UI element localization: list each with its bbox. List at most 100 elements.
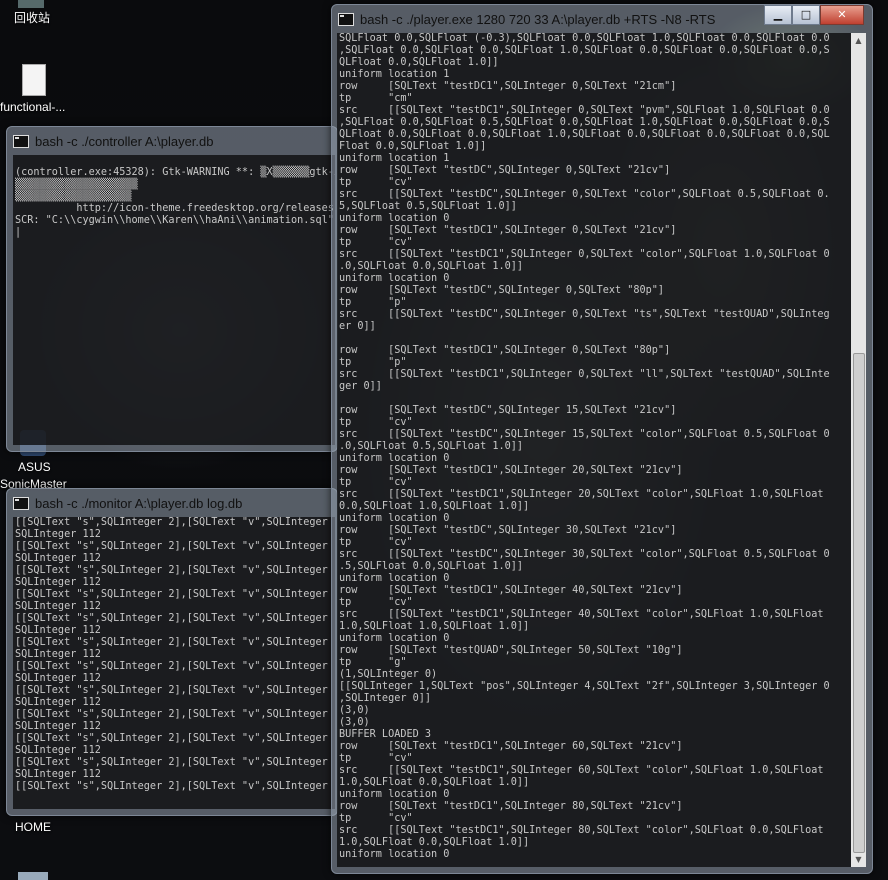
console-line: tp "cv"	[339, 417, 413, 428]
console-line: row [SQLText "testDC1",SQLInteger 0,SQLT…	[339, 225, 677, 236]
console-line: 0.0,SQLFloat 1.0,SQLFloat 1.0]]	[339, 501, 530, 512]
console-line: src [[SQLText "testDC1",SQLInteger 20,SQ…	[339, 489, 824, 500]
console-line: tp "cv"	[339, 477, 413, 488]
player-console-output[interactable]: SQLFloat 0.0,SQLFloat (-0.3),SQLFloat 0.…	[337, 33, 852, 867]
console-line: .5,SQLFloat 0.0,SQLFloat 1.0]]	[339, 561, 524, 572]
console-line: row [SQLText "testDC",SQLInteger 30,SQLT…	[339, 525, 677, 536]
scrollbar-thumb[interactable]	[853, 353, 865, 853]
player-window[interactable]: bash -c ./player.exe 1280 720 33 A:\play…	[331, 4, 873, 874]
console-line: [[SQLText "s",SQLInteger 2],[SQLText "v"…	[15, 661, 335, 672]
console-line: row [SQLText "testDC1",SQLInteger 20,SQL…	[339, 465, 683, 476]
console-line: (3,0)	[339, 717, 370, 728]
console-line: tp "cv"	[339, 537, 413, 548]
monitor-window-titlebar[interactable]: bash -c ./monitor A:\player.db log.db	[13, 493, 331, 513]
console-line: uniform location 1	[339, 69, 450, 80]
console-line: src [[SQLText "testDC",SQLInteger 30,SQL…	[339, 549, 830, 560]
console-line: tp "cv"	[339, 753, 413, 764]
desktop-icon-label-recycle-bin[interactable]: 回收站	[14, 9, 50, 26]
console-line: QLFloat 0.0,SQLFloat 0.0,SQLFloat 1.0,SQ…	[339, 129, 830, 140]
monitor-window[interactable]: bash -c ./monitor A:\player.db log.db [[…	[6, 488, 338, 816]
console-line: [[SQLText "s",SQLInteger 2],[SQLText "v"…	[15, 565, 335, 576]
console-line: tp "cv"	[339, 237, 413, 248]
console-line: uniform location 0	[339, 633, 450, 644]
console-line: src [[SQLText "testDC1",SQLInteger 80,SQ…	[339, 825, 824, 836]
console-line: SQLInteger 112	[15, 553, 101, 564]
console-line: [[SQLText "s",SQLInteger 2],[SQLText "v"…	[15, 613, 335, 624]
console-line: src [[SQLText "testDC",SQLInteger 0,SQLT…	[339, 189, 830, 200]
console-line: (controller.exe:45328): Gtk-WARNING **: …	[15, 167, 335, 178]
computer-icon[interactable]	[18, 872, 48, 880]
scroll-up-arrow-icon[interactable]: ▲	[851, 33, 866, 48]
console-line: [[SQLText "s",SQLInteger 2],[SQLText "v"…	[15, 709, 335, 720]
close-button[interactable]: ✕	[820, 5, 864, 25]
console-line: SQLInteger 112	[15, 721, 101, 732]
console-line: 1.0,SQLFloat 0.0,SQLFloat 1.0]]	[339, 837, 530, 848]
console-line: SQLInteger 112	[15, 601, 101, 612]
console-line: row [SQLText "testDC1",SQLInteger 60,SQL…	[339, 741, 683, 752]
controller-window[interactable]: bash -c ./controller A:\player.db (contr…	[6, 126, 338, 452]
console-line: 1.0,SQLFloat 1.0,SQLFloat 1.0]]	[339, 621, 530, 632]
desktop-icon-label-asus[interactable]: ASUS	[18, 460, 51, 474]
console-line: SQLInteger 112	[15, 673, 101, 684]
console-line: er 0]]	[339, 321, 376, 332]
desktop-icon-label-home[interactable]: HOME	[15, 820, 51, 834]
console-line: SQLInteger 112	[15, 769, 101, 780]
console-line: [[SQLText "s",SQLInteger 2],[SQLText "v"…	[15, 637, 335, 648]
console-line: SCR: "C:\\cygwin\\home\\Karen\\haAni\\an…	[15, 215, 334, 226]
console-line: [[SQLText "s",SQLInteger 2],[SQLText "v"…	[15, 733, 335, 744]
recycle-bin-icon[interactable]	[18, 0, 44, 8]
player-window-titlebar[interactable]: bash -c ./player.exe 1280 720 33 A:\play…	[338, 9, 762, 29]
console-line: src [[SQLText "testDC1",SQLInteger 0,SQL…	[339, 249, 830, 260]
controller-window-title: bash -c ./controller A:\player.db	[35, 133, 214, 149]
console-line: uniform location 0	[339, 573, 450, 584]
player-window-title: bash -c ./player.exe 1280 720 33 A:\play…	[360, 11, 716, 27]
console-line: uniform location 0	[339, 789, 450, 800]
console-line: src [[SQLText "testDC",SQLInteger 0,SQLT…	[339, 309, 830, 320]
console-line: tp "cm"	[339, 93, 413, 104]
console-line: [[SQLInteger 1,SQLText "pos",SQLInteger …	[339, 681, 830, 692]
console-line: uniform location 0	[339, 513, 450, 524]
console-line: tp "p"	[339, 357, 407, 368]
monitor-console-output[interactable]: [[SQLText "s",SQLInteger 2],[SQLText "v"…	[13, 517, 335, 809]
console-line: [[SQLText "s",SQLInteger 2],[SQLText "v"…	[15, 757, 335, 768]
console-line: QLFloat 0.0,SQLFloat 1.0]]	[339, 57, 499, 68]
console-line: uniform location 0	[339, 453, 450, 464]
console-line: row [SQLText "testDC",SQLInteger 0,SQLTe…	[339, 285, 665, 296]
desktop-icon-label-functional[interactable]: functional-...	[0, 100, 65, 114]
console-line: [[SQLText "s",SQLInteger 2],[SQLText "v"…	[15, 589, 335, 600]
console-line: tp "p"	[339, 297, 407, 308]
controller-console-output[interactable]: (controller.exe:45328): Gtk-WARNING **: …	[13, 155, 335, 445]
console-line: tp "cv"	[339, 597, 413, 608]
file-icon[interactable]	[22, 64, 46, 96]
console-line: SQLInteger 112	[15, 625, 101, 636]
controller-window-titlebar[interactable]: bash -c ./controller A:\player.db	[13, 131, 331, 151]
terminal-icon	[338, 12, 354, 26]
minimize-button[interactable]: ▁	[764, 5, 792, 25]
maximize-button[interactable]: □	[792, 5, 820, 25]
console-line: src [[SQLText "testDC",SQLInteger 15,SQL…	[339, 429, 830, 440]
console-line: (3,0)	[339, 705, 370, 716]
console-line: SQLInteger 112	[15, 649, 101, 660]
console-line: uniform location 0	[339, 273, 450, 284]
console-line: 1.0,SQLFloat 0.0,SQLFloat 1.0]]	[339, 777, 530, 788]
vertical-scrollbar[interactable]: ▲ ▼	[851, 33, 866, 867]
console-line: row [SQLText "testDC",SQLInteger 15,SQLT…	[339, 405, 677, 416]
terminal-icon	[13, 134, 29, 148]
console-line: [[SQLText "s",SQLInteger 2],[SQLText "v"…	[15, 781, 335, 792]
console-line: row [SQLText "testDC1",SQLInteger 40,SQL…	[339, 585, 683, 596]
console-line: ger 0]]	[339, 381, 382, 392]
console-line: http://icon-theme.freedesktop.org/releas…	[15, 203, 334, 214]
console-line: tp "cv"	[339, 177, 413, 188]
console-line: SQLInteger 112	[15, 745, 101, 756]
console-line: [[SQLText "s",SQLInteger 2],[SQLText "v"…	[15, 685, 335, 696]
console-line: src [[SQLText "testDC1",SQLInteger 0,SQL…	[339, 369, 830, 380]
console-line: uniform location 0	[339, 849, 450, 860]
console-line: ▒▒▒▒▒▒▒▒▒▒▒▒▒▒▒▒▒▒▒▒	[15, 179, 138, 190]
console-line: Float 0.0,SQLFloat 1.0]]	[339, 141, 487, 152]
window-caption-buttons: ▁ □ ✕	[764, 5, 864, 25]
console-line: src [[SQLText "testDC1",SQLInteger 40,SQ…	[339, 609, 824, 620]
scroll-down-arrow-icon[interactable]: ▼	[851, 852, 866, 867]
